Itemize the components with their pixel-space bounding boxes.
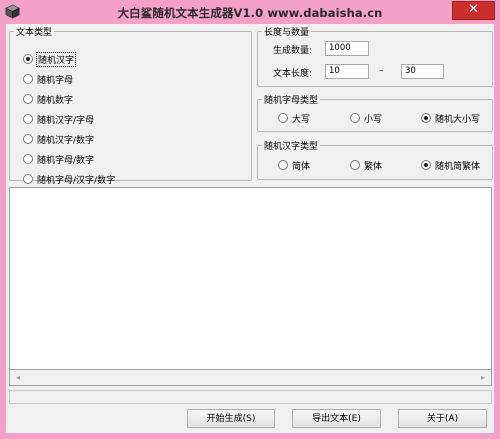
client-area: 文本类型 随机汉字 随机字母 随机数字 随机汉字/字母 随机汉字/数字 随机字母… [6, 24, 494, 433]
radio-label: 随机汉字/数字 [37, 135, 95, 146]
radio-label: 随机汉字/字母 [37, 115, 95, 126]
radio-indicator[interactable] [23, 134, 33, 144]
radio-indicator[interactable] [278, 113, 288, 123]
radio-label: 随机简繁体 [435, 161, 481, 172]
length-min-input[interactable]: 10 [325, 64, 369, 79]
radio-label: 随机汉字 [35, 51, 77, 67]
radio-label: 随机字母/汉字/数字 [37, 175, 116, 186]
radio-hanzi-traditional[interactable]: 繁体 [350, 158, 382, 172]
radio-indicator[interactable] [350, 160, 360, 170]
app-window: 大白鲨随机文本生成器V1.0 www.dabaisha.cn ✕ 文本类型 随机… [0, 0, 500, 439]
radio-indicator[interactable] [421, 113, 431, 123]
radio-label: 随机字母/数字 [37, 155, 95, 166]
radio-indicator[interactable] [23, 174, 33, 184]
radio-indicator[interactable] [23, 74, 33, 84]
radio-text-type-hanzi-digits[interactable]: 随机汉字/数字 [23, 132, 94, 146]
count-label: 生成数量: [273, 46, 313, 56]
radio-label: 随机数字 [37, 95, 74, 106]
close-button[interactable]: ✕ [452, 1, 495, 20]
radio-letter-upper[interactable]: 大写 [278, 111, 310, 125]
radio-text-type-letters-digits[interactable]: 随机字母/数字 [23, 152, 94, 166]
close-icon: ✕ [468, 2, 479, 17]
output-textarea[interactable] [9, 187, 492, 385]
radio-text-type-letters[interactable]: 随机字母 [23, 72, 73, 86]
radio-letter-mixed[interactable]: 随机大小写 [421, 111, 480, 125]
text-type-legend: 文本类型 [16, 28, 53, 38]
window-title: 大白鲨随机文本生成器V1.0 www.dabaisha.cn [117, 6, 383, 20]
letter-type-group: 随机字母类型 大写 小写 随机大小写 [257, 93, 493, 132]
radio-indicator[interactable] [421, 160, 431, 170]
radio-hanzi-mixed[interactable]: 随机简繁体 [421, 158, 480, 172]
status-bar [9, 390, 492, 404]
radio-indicator[interactable] [350, 113, 360, 123]
radio-indicator[interactable] [23, 114, 33, 124]
radio-indicator[interactable] [23, 94, 33, 104]
radio-text-type-hanzi[interactable]: 随机汉字 [23, 51, 77, 67]
radio-label: 大写 [292, 114, 311, 125]
radio-indicator[interactable] [23, 54, 33, 64]
radio-hanzi-simplified[interactable]: 简体 [278, 158, 310, 172]
radio-letter-lower[interactable]: 小写 [350, 111, 382, 125]
length-separator: – [379, 66, 384, 76]
radio-indicator[interactable] [23, 154, 33, 164]
radio-text-type-digits[interactable]: 随机数字 [23, 92, 73, 106]
horizontal-scrollbar[interactable]: ◂ ▸ [9, 369, 492, 386]
radio-indicator[interactable] [278, 160, 288, 170]
export-text-button[interactable]: 导出文本(E) [292, 409, 381, 428]
hanzi-type-group: 随机汉字类型 简体 繁体 随机简繁体 [257, 139, 493, 180]
title-bar[interactable]: 大白鲨随机文本生成器V1.0 www.dabaisha.cn ✕ [0, 0, 500, 24]
hanzi-type-legend: 随机汉字类型 [264, 142, 319, 152]
radio-text-type-all[interactable]: 随机字母/汉字/数字 [23, 172, 115, 186]
text-type-group: 文本类型 随机汉字 随机字母 随机数字 随机汉字/字母 随机汉字/数字 随机字母… [9, 25, 252, 186]
count-input[interactable]: 1000 [325, 41, 369, 56]
about-button[interactable]: 关于(A) [398, 409, 487, 428]
length-label: 文本长度: [273, 69, 313, 79]
radio-label: 小写 [364, 114, 383, 125]
length-count-legend: 长度与数量 [264, 28, 310, 38]
radio-label: 随机大小写 [435, 114, 481, 125]
radio-label: 随机字母 [37, 75, 74, 86]
scroll-left-icon[interactable]: ◂ [12, 372, 24, 384]
letter-type-legend: 随机字母类型 [264, 96, 319, 106]
length-count-group: 长度与数量 生成数量: 1000 文本长度: 10 – 30 [257, 25, 493, 87]
scroll-right-icon[interactable]: ▸ [477, 372, 489, 384]
radio-text-type-hanzi-letters[interactable]: 随机汉字/字母 [23, 112, 94, 126]
radio-label: 繁体 [364, 161, 383, 172]
length-max-input[interactable]: 30 [401, 64, 444, 79]
start-generate-button[interactable]: 开始生成(S) [187, 409, 275, 428]
radio-label: 简体 [292, 161, 311, 172]
